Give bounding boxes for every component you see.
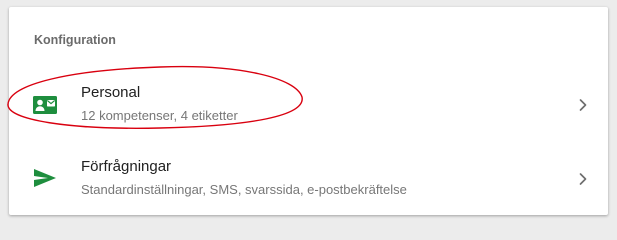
list-item-personal[interactable]: Personal 12 kompetenser, 4 etiketter [9, 70, 608, 136]
personal-subtitle: 12 kompetenser, 4 etiketter [81, 108, 238, 123]
section-title: Konfiguration [34, 33, 116, 47]
requests-subtitle: Standardinställningar, SMS, svarssida, e… [81, 182, 407, 197]
requests-title: Förfrågningar [81, 158, 172, 175]
chevron-right-icon [578, 98, 588, 112]
configuration-card: Konfiguration Personal 12 kompetenser, 4… [9, 7, 608, 215]
send-icon [32, 165, 58, 191]
chevron-right-icon [578, 172, 588, 186]
list-item-requests[interactable]: Förfrågningar Standardinställningar, SMS… [9, 144, 608, 210]
contact-card-icon [32, 92, 58, 118]
personal-title: Personal [81, 84, 141, 101]
